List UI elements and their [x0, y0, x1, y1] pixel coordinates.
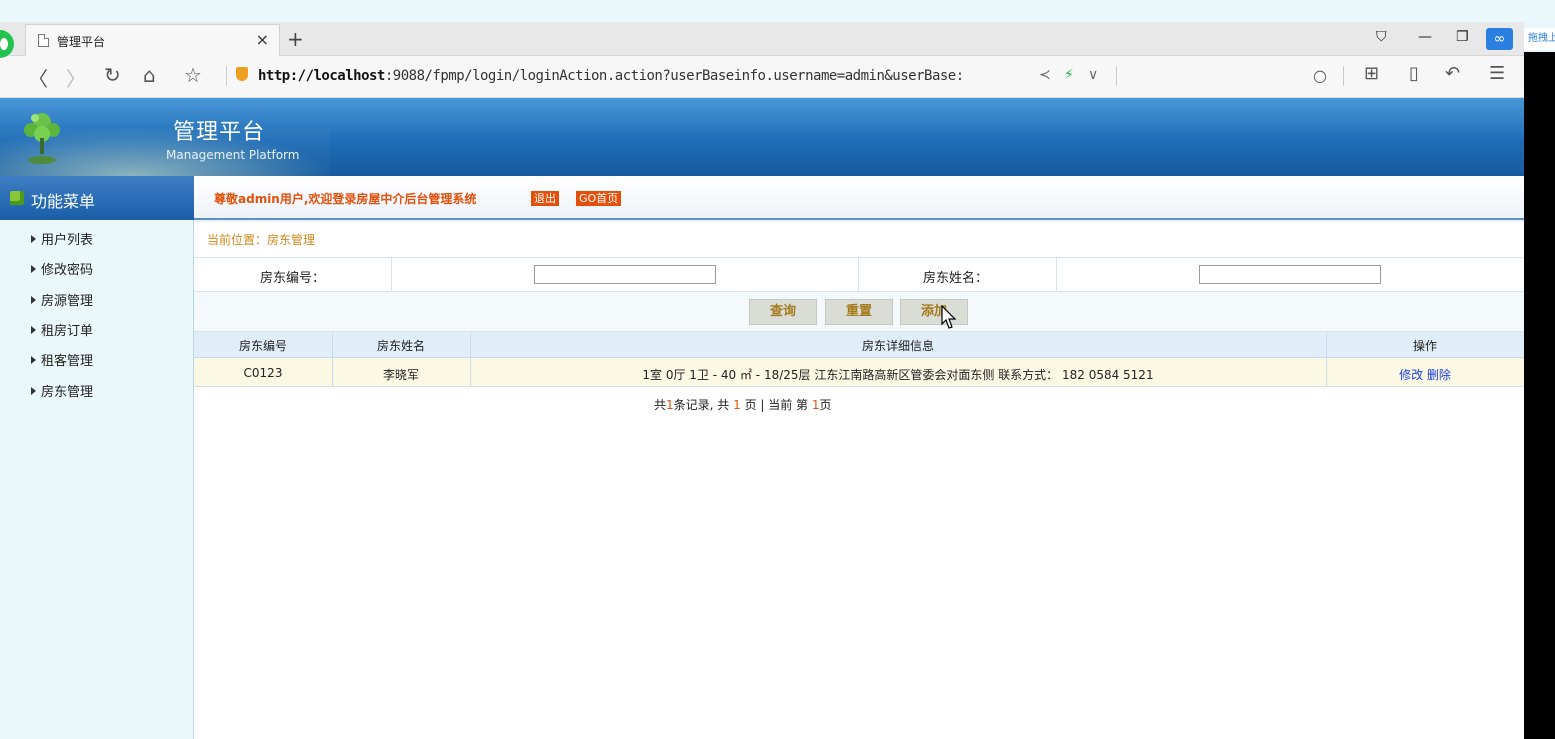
pager-text: 页 [819, 398, 832, 412]
welcome-text: 尊敬admin用户,欢迎登录房屋中介后台管理系统 [214, 192, 477, 206]
screen: 管理平台 × + ⛉ — ❐ ∞ 拖拽上传 〈 〉 ↻ ⌂ ☆ http://l… [0, 0, 1555, 739]
landlord-id-input[interactable] [534, 265, 716, 284]
triangle-right-icon [31, 326, 36, 334]
sidebar-heading: 功能菜单 [0, 176, 194, 220]
sidebar-item-landlords[interactable]: 房东管理 [31, 381, 93, 400]
query-button[interactable]: 查询 [749, 299, 817, 325]
forward-icon[interactable]: 〉 [66, 63, 86, 92]
drag-upload-label[interactable]: 拖拽上传 [1524, 28, 1555, 50]
cell-landlord-id: C0123 [243, 366, 283, 380]
reset-button[interactable]: 重置 [825, 299, 893, 325]
column-header-detail: 房东详细信息 [861, 339, 934, 353]
undo-icon[interactable]: ↶ [1445, 63, 1460, 84]
apps-icon[interactable]: ⊞ [1364, 63, 1379, 84]
pager-text: 条记录, 共 [673, 398, 734, 412]
back-icon[interactable]: 〈 [28, 63, 48, 92]
app-title: 管理平台 [173, 120, 266, 145]
pager-total-pages: 1 [733, 398, 741, 412]
right-black-strip [1524, 52, 1555, 739]
triangle-right-icon [31, 235, 36, 243]
pager-current-page: 1 [811, 398, 820, 412]
address-path: :9088/fpmp/login/loginAction.action?user… [384, 68, 964, 84]
search-icon[interactable]: ○ [1313, 66, 1327, 85]
address-host: http://localhost [258, 68, 385, 84]
mouse-cursor-icon [941, 305, 957, 329]
refresh-icon[interactable]: ↻ [104, 63, 121, 87]
share-icon[interactable]: ≺ [1039, 67, 1051, 83]
go-home-link[interactable]: GO首页 [576, 191, 622, 206]
sidebar-item-label: 用户列表 [41, 233, 94, 248]
cell-landlord-name: 李晓军 [382, 368, 419, 382]
minimize-icon[interactable]: — [1418, 29, 1432, 45]
browser-tab[interactable]: 管理平台 × [25, 24, 280, 56]
shield-icon [236, 67, 248, 81]
sidebar-item-label: 租客管理 [41, 354, 94, 369]
sidebar-item-label: 租房订单 [41, 324, 94, 339]
pager-text: 页 | 当前 第 [740, 398, 812, 412]
divider [1116, 66, 1117, 86]
skin-icon[interactable]: ⛉ [1376, 29, 1387, 45]
sidebar-item-label: 修改密码 [41, 263, 94, 278]
restore-icon[interactable]: ❐ [1456, 29, 1469, 45]
triangle-right-icon [31, 356, 36, 364]
delete-link[interactable]: 删除 [1427, 368, 1451, 382]
cube-icon [10, 191, 24, 205]
address-bar[interactable]: http://localhost:9088/fpmp/login/loginAc… [258, 68, 964, 84]
divider [226, 66, 227, 86]
lightning-icon[interactable]: ⚡ [1064, 67, 1074, 83]
chevron-down-icon[interactable]: ∨ [1088, 67, 1098, 83]
sidebar-item-listings[interactable]: 房源管理 [31, 290, 93, 309]
pager-text: 共 [654, 398, 667, 412]
triangle-right-icon [31, 387, 36, 395]
new-tab-icon[interactable]: + [287, 27, 304, 51]
sidebar: 功能菜单 [0, 176, 194, 739]
home-icon[interactable]: ⌂ [143, 63, 156, 87]
landlord-name-label: 房东姓名： [923, 271, 989, 286]
column-header-name: 房东姓名 [376, 339, 425, 353]
tab-title: 管理平台 [57, 35, 106, 49]
sidebar-item-label: 房东管理 [41, 385, 94, 400]
landlord-name-input[interactable] [1199, 265, 1381, 284]
sidebar-item-tenants[interactable]: 租客管理 [31, 350, 93, 369]
column-header-id: 房东编号 [238, 339, 287, 353]
os-top-strip [0, 0, 1555, 22]
column-header-actions: 操作 [1412, 339, 1437, 353]
app-subtitle: Management Platform [166, 148, 300, 162]
sidebar-item-rental-orders[interactable]: 租房订单 [31, 320, 93, 339]
pager-total-records: 1 [666, 398, 674, 412]
tab-close-icon[interactable]: × [256, 30, 269, 49]
star-icon[interactable]: ☆ [184, 63, 202, 87]
triangle-right-icon [31, 296, 36, 304]
cell-landlord-detail: 1室 0厅 1卫 - 40 ㎡ - 18/25层 江东江南路高新区管委会对面东侧… [642, 368, 1154, 382]
breadcrumb: 当前位置：房东管理 [207, 233, 316, 247]
sidebar-item-change-password[interactable]: 修改密码 [31, 259, 93, 278]
sidebar-heading-label: 功能菜单 [31, 192, 96, 211]
reader-icon[interactable]: ▯ [1409, 63, 1419, 84]
triangle-right-icon [31, 265, 36, 273]
cloud-icon[interactable]: ∞ [1486, 28, 1513, 50]
cell-actions: 修改 删除 [1326, 366, 1524, 383]
logout-link[interactable]: 退出 [531, 191, 559, 206]
document-icon [38, 34, 49, 47]
menu-icon[interactable]: ☰ [1489, 63, 1505, 84]
landlord-id-label: 房东编号： [260, 271, 326, 286]
divider [1343, 66, 1344, 86]
sidebar-item-label: 房源管理 [41, 294, 94, 309]
edit-link[interactable]: 修改 [1399, 368, 1423, 382]
tree-logo-icon [24, 113, 60, 164]
pagination: 共1条记录, 共 1 页 | 当前 第 1页 [654, 396, 832, 413]
sidebar-item-user-list[interactable]: 用户列表 [31, 229, 93, 248]
